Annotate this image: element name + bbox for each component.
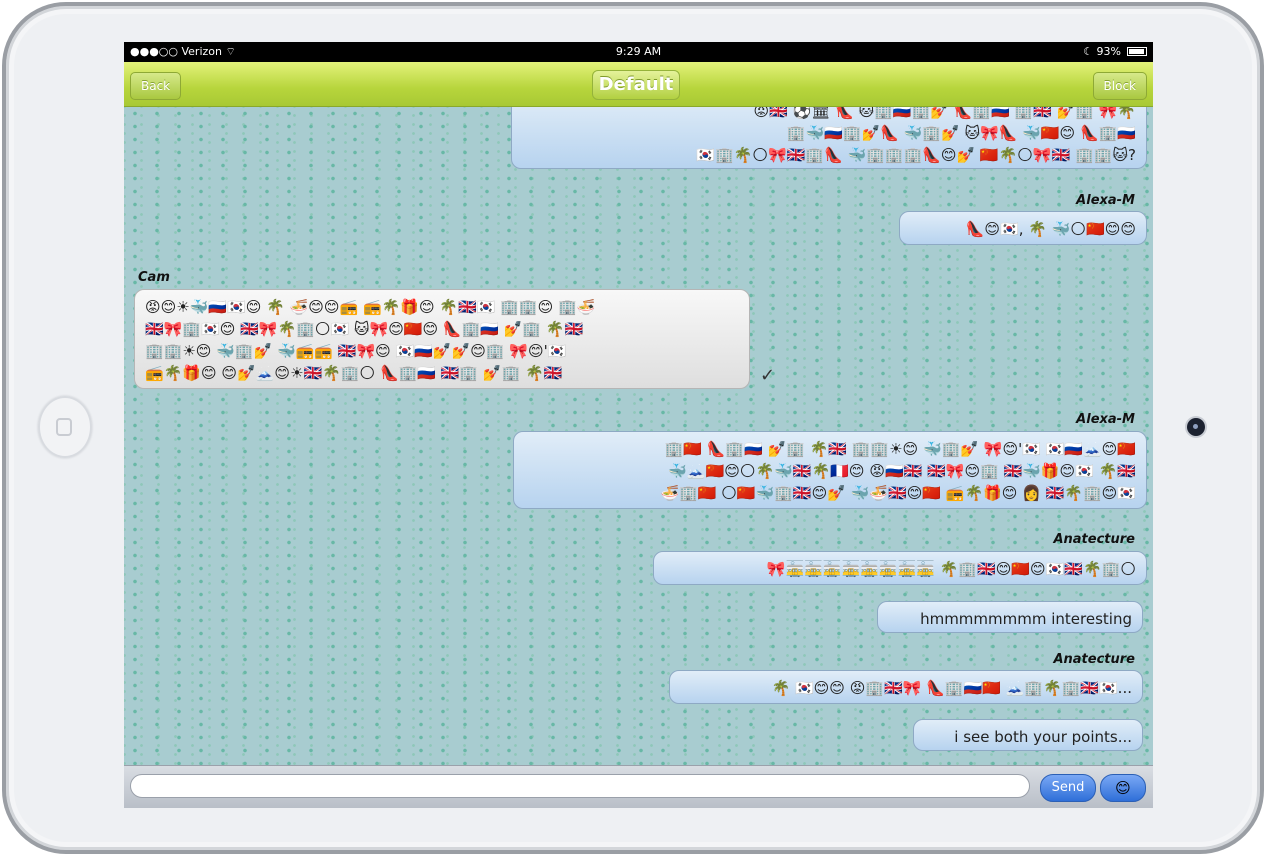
message-bubble[interactable]: 🎀🚋🚋🚋🚋🚋🚋🚋🚋 🌴🏢🇬🇧😊🇨🇳😊🇰🇷🇬🇧🌴🏢🌕: [653, 551, 1147, 585]
sender-name: Anatecture: [1053, 532, 1135, 547]
back-button[interactable]: Back: [130, 72, 182, 100]
chat-room-title: Default: [592, 70, 680, 100]
message-bubble[interactable]: 👠😊🇰🇷, 🌴 🐳🌕🇨🇳😊😊: [899, 211, 1147, 245]
read-checkmark-icon: ✓: [760, 365, 776, 386]
message-bubble[interactable]: hmmmmmmmm interesting: [877, 601, 1143, 633]
message-bubble[interactable]: i see both your points...: [913, 719, 1143, 751]
message-input[interactable]: [130, 774, 1030, 798]
message-bubble[interactable]: 😡😊☀🐳🇷🇺🇰🇷😊 🌴 🍜😊😊📻 📻🌴🎁😊 🌴🇬🇧🇰🇷 🏢🏢😊 🏢🍜 🇬🇧🎀🏢🇰…: [134, 289, 750, 389]
home-square-icon: [56, 418, 72, 436]
status-time: 9:29 AM: [615, 45, 662, 58]
chat-thread[interactable]: 😡🇬🇧 ⚽🏛 👠 🐱🏢🇷🇺🏢💅 👠🏢🇷🇺 🏢🇬🇧 💅🏢 🎀🌴 🏢🐳🇷🇺🏢💅👠 🐳…: [124, 107, 1153, 765]
emoji-button[interactable]: 😊: [1100, 774, 1146, 802]
message-bubble[interactable]: 😡🇬🇧 ⚽🏛 👠 🐱🏢🇷🇺🏢💅 👠🏢🇷🇺 🏢🇬🇧 💅🏢 🎀🌴 🏢🐳🇷🇺🏢💅👠 🐳…: [511, 107, 1147, 169]
send-button[interactable]: Send: [1040, 774, 1096, 802]
status-bar: ●●●○○ Verizon ⌔ 9:29 AM ☾ 93%: [124, 42, 1153, 62]
block-button[interactable]: Block: [1092, 72, 1147, 100]
message-bubble[interactable]: 🏢🇨🇳 👠🏢🇷🇺 💅🏢 🌴🇬🇧 🏢🏢☀😊 🐳🏢💅 🎀😊'🇰🇷 🇰🇷🇷🇺🗻😊🇨🇳 …: [513, 431, 1147, 509]
screen: ●●●○○ Verizon ⌔ 9:29 AM ☾ 93% Back Defau…: [124, 42, 1153, 808]
camera-icon: [1187, 418, 1205, 436]
navigation-bar: Back Default Block: [124, 62, 1153, 107]
battery-icon: [1127, 47, 1147, 56]
home-button[interactable]: [38, 396, 92, 458]
composer-bar: Send 😊: [124, 765, 1153, 808]
sender-name: Alexa-M: [1076, 412, 1135, 427]
sender-name: Alexa-M: [1076, 193, 1135, 208]
message-bubble[interactable]: 🌴 🇰🇷😊😊 😡🏢🇬🇧🎀 👠🏢🇷🇺🇨🇳 🗻🏢🌴🏢🇬🇧🇰🇷...: [669, 670, 1143, 704]
sender-name: Cam: [138, 270, 170, 285]
sender-name: Anatecture: [1053, 652, 1135, 667]
battery-percent: ☾ 93%: [1083, 45, 1121, 58]
